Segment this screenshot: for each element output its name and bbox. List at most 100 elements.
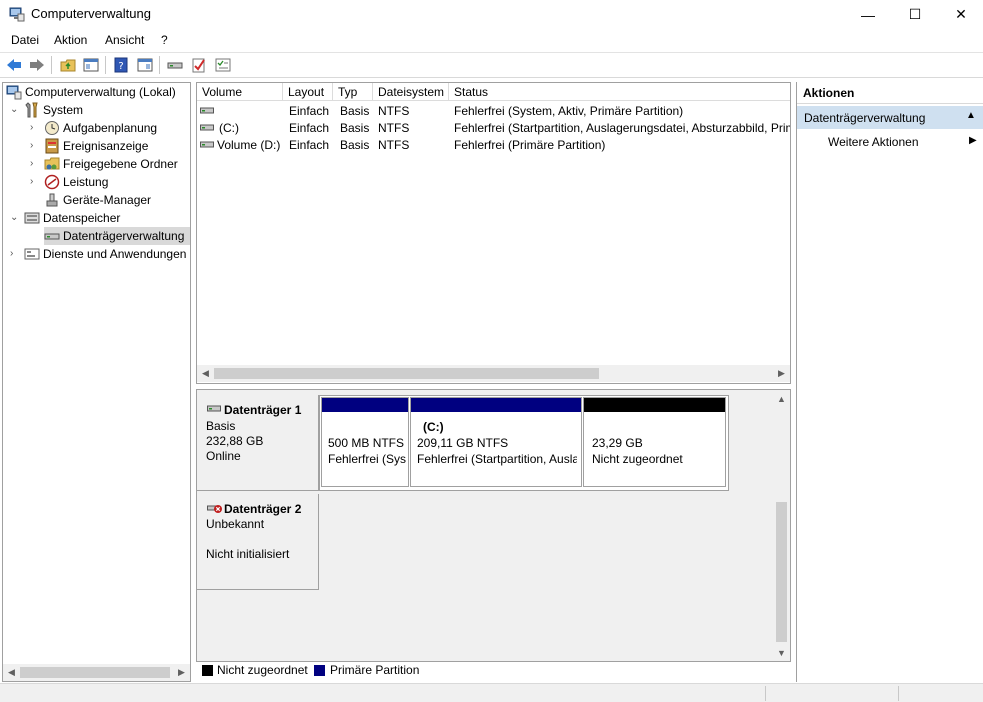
disk1-name: Datenträger 1 (224, 403, 302, 417)
tree-item-datentraegerverwaltung[interactable]: Datenträgerverwaltung (44, 227, 190, 245)
navigation-tree: Computerverwaltung (Lokal) ⌄ System › Au… (2, 82, 191, 682)
back-button[interactable] (4, 55, 24, 75)
legend-unallocated: Nicht zugeordnet (217, 663, 308, 677)
tree-item-aufgabenplanung[interactable]: Aufgabenplanung (44, 119, 157, 137)
event-viewer-icon (45, 138, 59, 154)
tree-item-geraete-manager[interactable]: Geräte-Manager (44, 191, 151, 209)
menu-ansicht[interactable]: Ansicht (105, 33, 144, 47)
partition-label: (C:) (423, 420, 444, 434)
expand-chevron-icon[interactable]: › (10, 248, 20, 259)
close-icon: ✕ (955, 6, 967, 22)
tree-item-label: Dienste und Anwendungen (43, 247, 187, 261)
scroll-left-icon[interactable]: ◀ (3, 664, 20, 681)
tree-item-system[interactable]: System (24, 101, 83, 119)
close-button[interactable]: ✕ (938, 0, 983, 29)
actions-header: Aktionen (797, 82, 983, 104)
help-button[interactable]: ? (111, 55, 131, 75)
list-button[interactable] (213, 55, 233, 75)
column-header-status[interactable]: Status (449, 83, 790, 101)
tree-horizontal-scrollbar[interactable]: ◀ ▶ (3, 664, 190, 681)
scroll-up-icon[interactable]: ▲ (773, 390, 790, 407)
maximize-button[interactable]: ☐ (892, 0, 938, 29)
cell-dateisystem: NTFS (378, 121, 410, 135)
partition-status: Fehlerfrei (Sys (328, 452, 407, 466)
clock-icon (45, 121, 59, 135)
partition-size: 500 MB NTFS (328, 436, 405, 450)
menu-help[interactable]: ? (161, 33, 168, 47)
column-header-layout[interactable]: Layout (283, 83, 333, 101)
list-icon (215, 58, 231, 72)
scroll-left-icon[interactable]: ◀ (197, 365, 214, 382)
partition-unallocated[interactable]: 23,29 GB Nicht zugeordnet (583, 397, 726, 487)
column-header-dateisystem[interactable]: Dateisystem (373, 83, 449, 101)
checklist-icon (192, 58, 205, 73)
disk1-info[interactable]: Datenträger 1 Basis 232,88 GB Online (197, 395, 319, 491)
tree-item-ereignisanzeige[interactable]: Ereignisanzeige (44, 137, 148, 155)
cell-typ: Basis (340, 121, 370, 135)
window-title: Computerverwaltung (31, 6, 151, 21)
properties-pane-button[interactable] (135, 55, 155, 75)
properties-pane-icon (137, 58, 153, 72)
computer-management-icon (6, 85, 22, 100)
column-header-typ[interactable]: Typ (333, 83, 373, 101)
tools-icon (25, 102, 38, 118)
collapse-chevron-icon[interactable]: ⌄ (10, 212, 20, 223)
collapse-up-icon[interactable]: ▲ (966, 110, 976, 121)
toolbar-separator (159, 56, 160, 74)
table-row[interactable]: (C:) Einfach Basis NTFS Fehlerfrei (Star… (197, 120, 790, 137)
expand-chevron-icon[interactable]: › (30, 140, 40, 151)
expand-chevron-icon[interactable]: › (30, 158, 40, 169)
primary-partition-bar (411, 398, 581, 412)
disk-pane-vertical-scrollbar[interactable]: ▲ ▼ (773, 390, 790, 661)
scroll-right-icon[interactable]: ▶ (773, 365, 790, 382)
show-hide-tree-icon (83, 58, 99, 72)
disk2-info[interactable]: Datenträger 2 Unbekannt Nicht initialisi… (197, 494, 319, 590)
tree-item-dienste[interactable]: Dienste und Anwendungen (24, 245, 186, 263)
menu-bar (0, 30, 983, 50)
tree-item-label: Geräte-Manager (63, 193, 152, 207)
checklist-button[interactable] (189, 55, 209, 75)
partition-system-reserved[interactable]: 500 MB NTFS Fehlerfrei (Sys (321, 397, 409, 487)
disk2-type: Unbekannt (206, 517, 265, 531)
table-row[interactable]: Volume (D:) Einfach Basis NTFS Fehlerfre… (197, 137, 790, 154)
forward-button[interactable] (27, 55, 47, 75)
partition-c[interactable]: (C:) 209,11 GB NTFS Fehlerfrei (Startpar… (410, 397, 582, 487)
scroll-down-icon[interactable]: ▼ (773, 644, 790, 661)
disk-management-icon (44, 233, 60, 240)
tree-item-freigegebene-ordner[interactable]: Freigegebene Ordner (44, 155, 178, 173)
status-divider (898, 686, 899, 701)
volume-list: Volume Layout Typ Dateisystem Status Ein… (196, 82, 791, 384)
tree-item-datenspeicher[interactable]: Datenspeicher (24, 209, 120, 227)
minimize-button[interactable]: — (845, 0, 891, 29)
up-folder-button[interactable] (58, 55, 78, 75)
column-header-volume[interactable]: Volume (197, 83, 283, 101)
disk-button[interactable] (165, 55, 185, 75)
table-row[interactable]: Einfach Basis NTFS Fehlerfrei (System, A… (197, 103, 790, 120)
cell-dateisystem: NTFS (378, 138, 410, 152)
actions-title: Aktionen (803, 86, 855, 100)
back-icon (7, 59, 21, 71)
collapse-chevron-icon[interactable]: ⌄ (10, 104, 20, 115)
show-hide-tree-button[interactable] (81, 55, 101, 75)
tree-item-leistung[interactable]: Leistung (44, 173, 108, 191)
volume-icon (200, 141, 214, 148)
legend: Nicht zugeordnet Primäre Partition (196, 662, 791, 680)
scrollbar-thumb[interactable] (20, 667, 170, 678)
tree-item-root[interactable]: Computerverwaltung (Lokal) (6, 83, 176, 101)
scrollbar-thumb[interactable] (214, 368, 599, 379)
volume-list-horizontal-scrollbar[interactable]: ◀ ▶ (197, 365, 790, 382)
tree-item-label: Leistung (63, 175, 109, 189)
menu-aktion[interactable]: Aktion (54, 33, 87, 47)
expand-chevron-icon[interactable]: › (30, 122, 40, 133)
scroll-right-icon[interactable]: ▶ (173, 664, 190, 681)
scrollbar-thumb[interactable] (776, 502, 787, 642)
help-icon: ? (114, 57, 128, 73)
action-weitere-aktionen[interactable]: Weitere Aktionen ▶ (797, 132, 983, 152)
actions-section-header[interactable]: Datenträgerverwaltung ▲ (797, 106, 983, 129)
menu-datei[interactable]: Datei (11, 33, 39, 47)
partition-status: Nicht zugeordnet (592, 452, 683, 466)
cell-layout: Einfach (289, 121, 330, 135)
unallocated-swatch (202, 665, 213, 676)
cell-layout: Einfach (289, 138, 330, 152)
expand-chevron-icon[interactable]: › (30, 176, 40, 187)
